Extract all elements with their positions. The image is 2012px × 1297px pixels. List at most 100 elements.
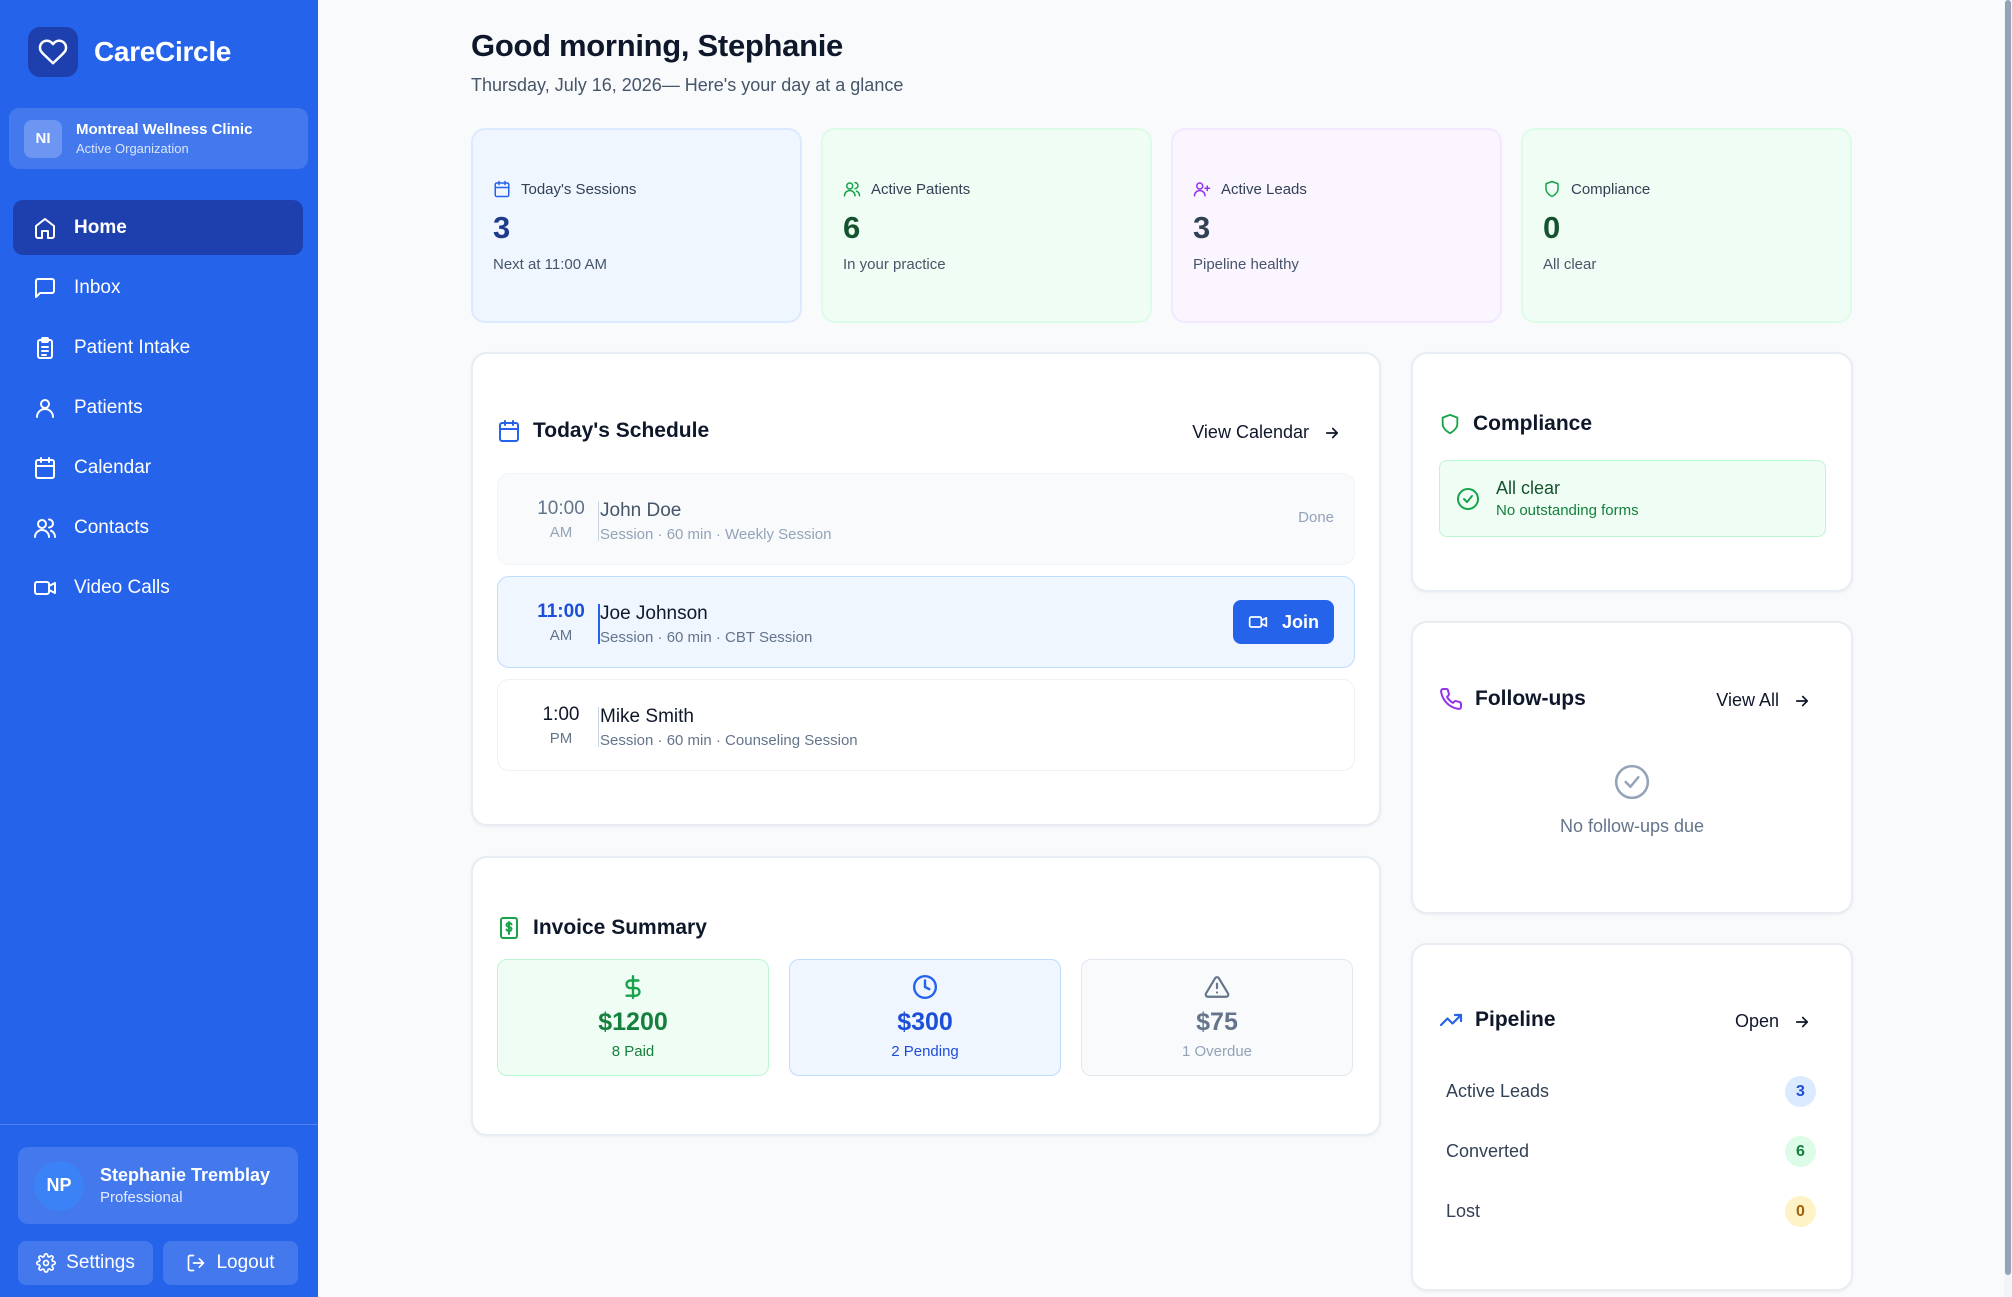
- compliance-status: All clear: [1496, 478, 1561, 498]
- invoice-pending[interactable]: $300 2 Pending: [789, 959, 1061, 1076]
- stat-subtext: All clear: [1543, 256, 1597, 273]
- stat-card-leads[interactable]: Active Leads 3 Pipeline healthy: [1171, 128, 1502, 323]
- calendar-icon: [32, 455, 58, 481]
- invoice-paid[interactable]: $1200 8 Paid: [497, 959, 769, 1076]
- user-name: Stephanie Tremblay: [100, 1165, 271, 1185]
- followups-title: Follow-ups: [1439, 687, 1586, 711]
- invoice-amount: $1200: [598, 1008, 668, 1036]
- invoice-overdue[interactable]: $75 1 Overdue: [1081, 959, 1353, 1076]
- organization-switcher[interactable]: NI Montreal Wellness Clinic Active Organ…: [9, 108, 308, 169]
- settings-button[interactable]: Settings: [18, 1241, 153, 1285]
- org-avatar: NI: [24, 119, 62, 158]
- heart-icon: [28, 27, 78, 77]
- clock-icon: [790, 974, 1060, 1000]
- stat-label: Active Leads: [1221, 180, 1307, 198]
- org-status: Active Organization: [76, 141, 189, 156]
- nav-item-patient-intake[interactable]: Patient Intake: [13, 320, 303, 375]
- user-plus-icon: [1193, 180, 1211, 198]
- avatar: NP: [34, 1160, 84, 1211]
- stat-subtext: In your practice: [843, 256, 946, 273]
- dollar-icon: [498, 974, 768, 1000]
- session-meta: Session · 60 min · Weekly Session: [600, 526, 832, 543]
- pipeline-title-text: Pipeline: [1475, 1008, 1556, 1031]
- schedule-title: Today's Schedule: [497, 419, 709, 443]
- stat-label: Today's Sessions: [521, 180, 637, 198]
- phone-icon: [1439, 687, 1463, 711]
- session-row[interactable]: 1:00 PM Mike Smith Session · 60 min · Co…: [497, 679, 1355, 771]
- sidebar: CareCircle NI Montreal Wellness Clinic A…: [0, 0, 318, 1297]
- nav-item-home[interactable]: Home: [13, 200, 303, 255]
- stat-subtext: Pipeline healthy: [1193, 256, 1299, 273]
- stat-card-compliance[interactable]: Compliance 0 All clear: [1521, 128, 1852, 323]
- compliance-detail: No outstanding forms: [1496, 502, 1639, 519]
- session-meta: Session · 60 min · CBT Session: [600, 629, 813, 646]
- pipeline-count-badge: 0: [1785, 1196, 1816, 1227]
- nav-label: Calendar: [74, 456, 152, 478]
- session-period: AM: [549, 524, 573, 541]
- stat-card-sessions[interactable]: Today's Sessions 3 Next at 11:00 AM: [471, 128, 802, 323]
- pipeline-row-converted[interactable]: Converted 6: [1446, 1136, 1816, 1167]
- logout-icon: [186, 1253, 206, 1273]
- stat-label: Active Patients: [871, 180, 971, 198]
- session-time: 1:00 PM: [526, 704, 596, 747]
- arrow-right-icon: [1323, 424, 1341, 442]
- nav-label: Patients: [74, 396, 143, 418]
- nav-item-patients[interactable]: Patients: [13, 380, 303, 435]
- nav-label: Video Calls: [74, 576, 170, 598]
- compliance-card: Compliance All clear No outstanding form…: [1411, 352, 1853, 592]
- stat-card-patients[interactable]: Active Patients 6 In your practice: [821, 128, 1152, 323]
- session-time: 10:00 AM: [526, 498, 596, 541]
- schedule-card: Today's Schedule View Calendar 10:00 AM …: [471, 352, 1381, 826]
- view-calendar-label: View Calendar: [1192, 422, 1309, 442]
- home-icon: [32, 215, 58, 241]
- logout-button[interactable]: Logout: [163, 1241, 298, 1285]
- pipeline-title: Pipeline: [1439, 1008, 1556, 1032]
- main-nav: Home Inbox Patient Intake Patients Calen…: [13, 200, 303, 620]
- followups-empty-state: No follow-ups due: [1559, 816, 1705, 836]
- trending-up-icon: [1439, 1008, 1463, 1032]
- view-all-label: View All: [1716, 690, 1779, 710]
- join-button[interactable]: Join: [1233, 600, 1334, 644]
- page-subtitle: Thursday, July 16, 2026— Here's your day…: [471, 75, 904, 95]
- open-pipeline-link[interactable]: Open: [1735, 1011, 1811, 1032]
- session-time: 11:00 AM: [526, 601, 596, 644]
- session-patient-name: John Doe: [600, 500, 682, 521]
- stat-value: 3: [1193, 210, 1211, 245]
- pipeline-row-active-leads[interactable]: Active Leads 3: [1446, 1076, 1816, 1107]
- page-title: Good morning, Stephanie: [471, 28, 843, 63]
- sidebar-footer-divider: [0, 1124, 318, 1125]
- user-role: Professional: [100, 1189, 183, 1206]
- session-period: PM: [549, 730, 573, 747]
- followups-title-text: Follow-ups: [1475, 687, 1586, 710]
- logout-label: Logout: [216, 1252, 275, 1273]
- nav-item-inbox[interactable]: Inbox: [13, 260, 303, 315]
- pipeline-card: Pipeline Open Active Leads 3 Converted 6…: [1411, 943, 1853, 1291]
- pipeline-row-lost[interactable]: Lost 0: [1446, 1196, 1816, 1227]
- nav-item-contacts[interactable]: Contacts: [13, 500, 303, 555]
- invoice-amount: $300: [897, 1008, 953, 1036]
- session-row[interactable]: 11:00 AM Joe Johnson Session · 60 min · …: [497, 576, 1355, 668]
- user-icon: [32, 395, 58, 421]
- scrollbar-thumb[interactable]: [2005, 0, 2011, 1275]
- stat-subtext: Next at 11:00 AM: [493, 256, 607, 273]
- view-calendar-link[interactable]: View Calendar: [1192, 422, 1341, 443]
- invoice-title-text: Invoice Summary: [533, 916, 707, 939]
- calendar-icon: [493, 180, 511, 198]
- view-all-followups-link[interactable]: View All: [1716, 690, 1811, 711]
- video-icon: [32, 575, 58, 601]
- stat-value: 0: [1543, 210, 1561, 245]
- invoice-label: 1 Overdue: [1181, 1043, 1253, 1060]
- pipeline-count-badge: 3: [1785, 1076, 1816, 1107]
- open-label: Open: [1734, 1011, 1779, 1031]
- nav-item-video-calls[interactable]: Video Calls: [13, 560, 303, 615]
- alert-triangle-icon: [1082, 974, 1352, 1000]
- session-hour: 1:00: [542, 704, 580, 725]
- arrow-right-icon: [1793, 1013, 1811, 1031]
- followups-card: Follow-ups View All No follow-ups due: [1411, 621, 1853, 914]
- user-profile[interactable]: NP Stephanie Tremblay Professional: [18, 1147, 298, 1224]
- nav-item-calendar[interactable]: Calendar: [13, 440, 303, 495]
- session-divider: [598, 707, 599, 747]
- stat-label: Compliance: [1571, 180, 1651, 198]
- brand[interactable]: CareCircle: [28, 27, 231, 77]
- session-row[interactable]: 10:00 AM John Doe Session · 60 min · Wee…: [497, 473, 1355, 565]
